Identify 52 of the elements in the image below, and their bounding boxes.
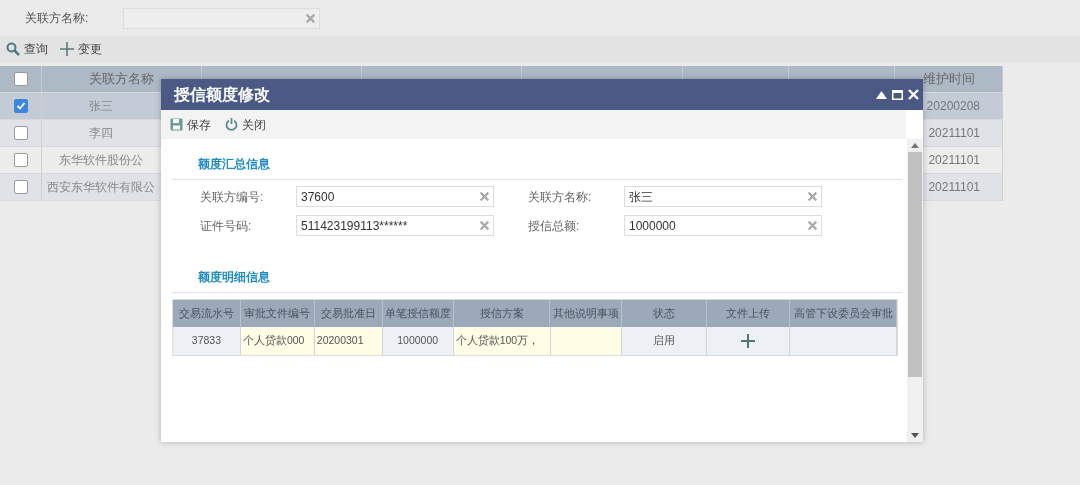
row-checkbox[interactable] (13, 153, 28, 167)
search-icon (6, 42, 20, 56)
change-button[interactable]: 变更 (60, 40, 102, 58)
save-button[interactable]: 保存 (170, 115, 211, 134)
input-field[interactable]: 张三 (624, 186, 822, 207)
table-cell-text: 20211101 (928, 125, 980, 142)
field-label: 证件号码: (200, 217, 253, 235)
input-field[interactable]: 1000000 (624, 215, 822, 236)
field-label: 关联方名称: (528, 188, 593, 206)
clear-icon[interactable] (305, 12, 316, 24)
clear-icon[interactable] (479, 220, 490, 231)
field-label: 关联方编号: (200, 188, 265, 206)
table-cell-text: 西安东华软件有限公 (47, 179, 155, 196)
query-button[interactable]: 查询 (6, 40, 48, 58)
row-checkbox[interactable] (13, 180, 28, 194)
table-cell-text: 20211101 (928, 152, 980, 169)
input-field[interactable]: 511423199113****** (296, 215, 494, 236)
editable-cell[interactable]: 个人贷款100万， (453, 327, 551, 355)
table-cell-text: 东华软件股份公 (59, 152, 143, 169)
row-checkbox[interactable] (13, 99, 28, 113)
table-cell: 1000000 (382, 327, 454, 355)
table-cell-text: 20200208 (926, 98, 980, 115)
plus-icon (60, 42, 74, 56)
name-filter-field[interactable] (123, 7, 320, 29)
section-title: 额度明细信息 (197, 269, 271, 284)
section-title: 额度汇总信息 (197, 156, 271, 171)
table-cell: 37833 (173, 327, 241, 355)
table-cell-text: 张三 (89, 98, 113, 115)
table-cell: 启用 (622, 327, 708, 355)
editable-cell[interactable]: 个人贷款000 (240, 327, 315, 355)
editable-cell[interactable] (550, 327, 623, 355)
save-icon (170, 118, 183, 131)
plus-icon[interactable] (741, 334, 756, 348)
field-label: 授信总额: (528, 217, 581, 235)
collapse-icon[interactable] (876, 90, 887, 99)
clear-icon[interactable] (807, 220, 818, 231)
select-all-checkbox[interactable] (13, 72, 28, 86)
maximize-icon[interactable] (892, 89, 903, 100)
editable-cell[interactable]: 20200301 (314, 327, 383, 355)
filter-label: 关联方名称: (25, 10, 90, 27)
row-checkbox[interactable] (13, 126, 28, 140)
close-button[interactable]: 关闭 (225, 115, 266, 134)
scroll-down-icon[interactable] (911, 433, 919, 438)
table-cell-text: 20211101 (928, 179, 980, 196)
clear-icon[interactable] (479, 191, 490, 202)
close-icon[interactable] (908, 89, 919, 100)
upload-button[interactable] (707, 327, 791, 355)
scrollbar[interactable] (907, 139, 923, 442)
clear-icon[interactable] (807, 191, 818, 202)
table-cell-text: 李四 (89, 125, 113, 142)
input-field[interactable]: 37600 (296, 186, 494, 207)
power-icon (225, 118, 238, 131)
